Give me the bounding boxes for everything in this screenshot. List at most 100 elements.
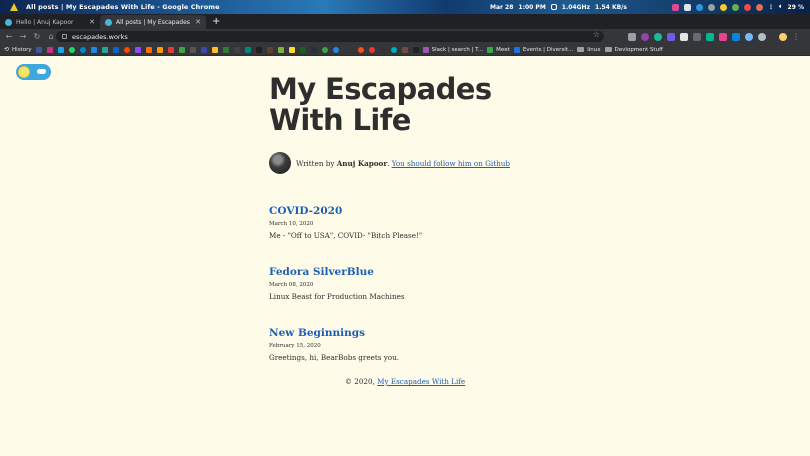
twitter-icon[interactable] [57,46,64,53]
tray-grey-icon[interactable] [707,3,715,11]
footer-home-link[interactable]: My Escapades With Life [377,377,465,386]
bookmark-icon[interactable] [390,46,397,53]
forward-icon[interactable]: → [16,32,30,41]
extension-icon[interactable] [628,32,636,41]
post-description: Me - "Off to USA", COVID- "Bitch Please!… [269,231,423,240]
slack-icon [422,46,429,53]
bookmark-icon[interactable] [401,46,408,53]
bookmark-icon[interactable] [145,46,152,53]
date-label[interactable]: Mar 28 [490,4,513,11]
os-top-panel: All posts | My Escapades With Life - Goo… [0,0,810,14]
tray-app-icon[interactable] [671,3,679,11]
bookmark-icon[interactable] [332,46,339,53]
tray-blue-icon[interactable] [695,3,703,11]
tab-all-posts[interactable]: All posts | My Escapades Wi... ✕ [100,15,206,29]
bookmark-folder-development[interactable]: Devlopment Stuff [604,47,663,53]
reload-icon[interactable]: ↻ [30,32,44,41]
author-name: Anuj Kapoor [336,158,388,168]
extension-icon[interactable] [641,32,649,41]
bookmark-star-icon[interactable]: ☆ [593,30,600,39]
extension-icon[interactable] [654,32,662,41]
post-date: March 10, 2020 [269,221,314,227]
bookmark-icon[interactable] [233,46,240,53]
post-title-link[interactable]: New Beginnings [269,327,399,339]
twitch-icon[interactable] [134,46,141,53]
tray-yellow-icon[interactable] [719,3,727,11]
bookmark-icon[interactable] [189,46,196,53]
extension-icon[interactable] [732,32,740,41]
facebook-icon[interactable] [35,46,42,53]
tab-favicon-icon [105,18,112,26]
telegram-icon[interactable] [79,46,86,53]
url-text[interactable]: escapades.works [72,33,128,41]
bookmark-icon[interactable] [368,46,375,53]
post-title-link[interactable]: COVID-2020 [269,205,422,217]
extension-icon[interactable] [758,32,766,41]
distro-logo-icon[interactable] [10,3,18,11]
extension-icon[interactable] [680,32,688,41]
close-icon[interactable]: ✕ [89,18,95,26]
bookmark-icon[interactable] [178,46,185,53]
menu-icon[interactable]: ⋮ [768,4,774,11]
tray-green-icon[interactable] [731,3,739,11]
bookmark-meet[interactable]: Meet [487,46,510,53]
linkedin-icon[interactable] [112,46,119,53]
extension-icon[interactable] [667,32,675,41]
extension-icon[interactable] [706,32,714,41]
instagram-icon[interactable] [46,46,53,53]
battery-label[interactable]: 29 % [788,4,804,11]
tab-strip: Hello | Anuj Kapoor ✕ All posts | My Esc… [0,14,810,29]
close-icon[interactable]: ✕ [195,18,201,26]
bookmark-icon[interactable] [277,46,284,53]
tab-hello[interactable]: Hello | Anuj Kapoor ✕ [0,15,100,29]
bookmark-icon[interactable] [90,46,97,53]
volume-icon[interactable]: 🔈︎ [779,3,783,11]
lock-icon[interactable] [62,34,67,39]
bookmark-icon[interactable] [200,46,207,53]
bookmark-icon[interactable] [310,46,317,53]
bookmark-icon[interactable] [266,46,273,53]
back-icon[interactable]: ← [2,32,16,41]
tray-red-icon[interactable] [743,3,751,11]
profile-avatar[interactable] [779,32,787,41]
bookmark-icon[interactable] [101,46,108,53]
tray-orange-icon[interactable] [755,3,763,11]
extension-icon[interactable] [745,32,753,41]
cloud-icon [37,69,46,74]
address-bar[interactable]: escapades.works ☆ [56,30,604,42]
bookmark-icon[interactable] [321,46,328,53]
post-title-link[interactable]: Fedora SilverBlue [269,266,405,278]
bookmark-icon[interactable] [156,46,163,53]
footer: © 2020, My Escapades With Life [0,377,810,386]
bookmark-events[interactable]: Events | Diversit... [513,46,573,53]
bookmark-icon[interactable] [357,46,364,53]
blog-title[interactable]: My Escapades With Life [269,74,529,136]
bookmark-icon[interactable] [379,46,386,53]
bookmark-slack[interactable]: Slack | search | T... [422,46,483,53]
tab-favicon-icon [5,18,12,26]
gmail-icon[interactable] [412,46,419,53]
clipboard-icon[interactable] [683,3,691,11]
bookmark-icon[interactable] [222,46,229,53]
bookmark-icon[interactable] [288,46,295,53]
cpu-label: 1.04GHz [561,3,591,11]
bookmark-icon-group [35,46,419,53]
new-tab-button[interactable]: + [212,15,220,29]
bookmark-folder-linux[interactable]: linux [577,47,601,53]
bookmark-icon[interactable] [255,46,262,53]
reddit-icon[interactable] [123,46,130,53]
bookmark-icon[interactable] [299,46,306,53]
extension-icon[interactable] [693,32,701,41]
chrome-menu-icon[interactable]: ⋮ [792,32,800,41]
bookmark-icon[interactable] [167,46,174,53]
github-link[interactable]: You should follow him on Github [392,159,510,168]
whatsapp-icon[interactable] [68,46,75,53]
bookmark-history[interactable]: ⟲ History [4,46,32,53]
extension-icon[interactable] [719,32,727,41]
bookmark-icon[interactable] [211,46,218,53]
theme-toggle[interactable] [16,64,51,80]
post-date: March 08, 2020 [269,282,314,288]
bookmark-icon[interactable] [244,46,251,53]
time-label[interactable]: 1:00 PM [518,4,545,11]
cpu-icon [550,4,557,10]
